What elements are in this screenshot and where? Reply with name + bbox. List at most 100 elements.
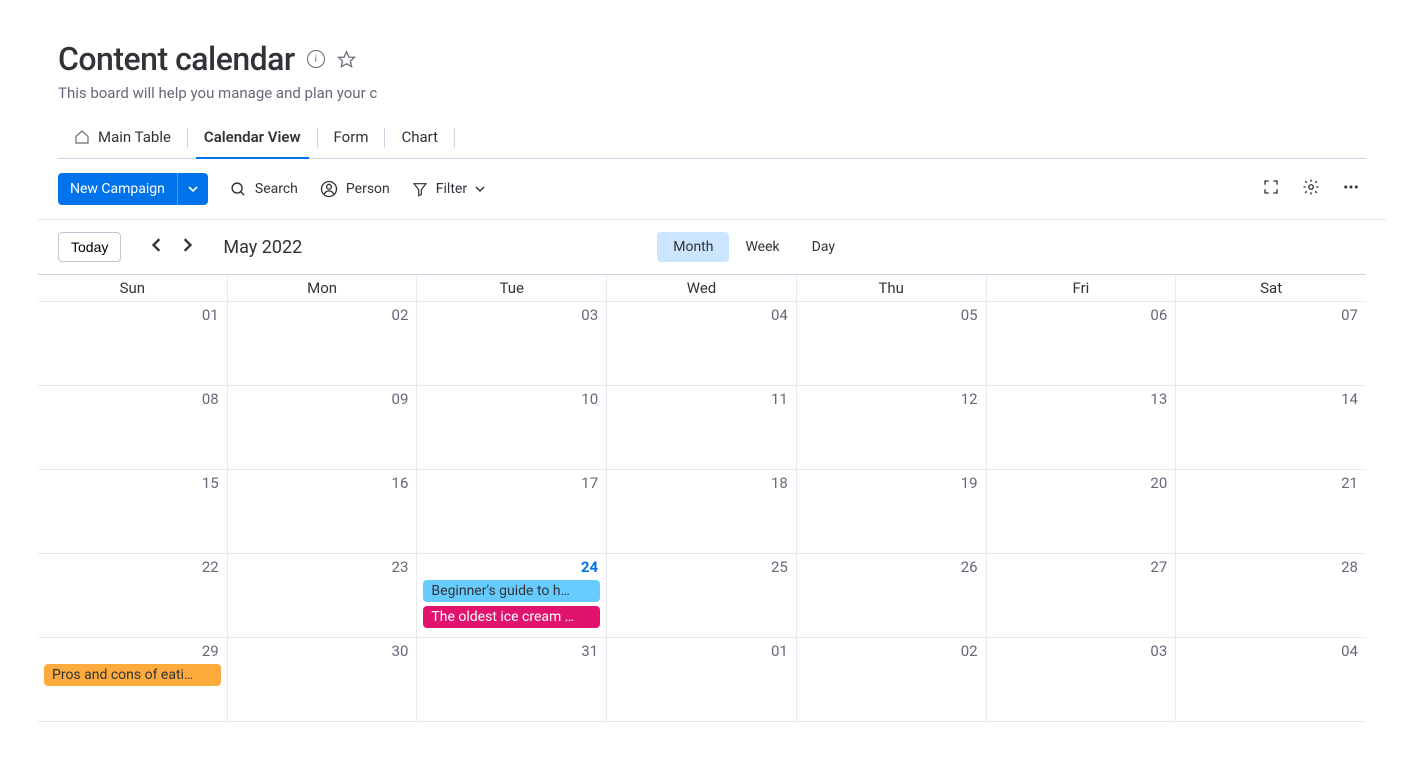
- new-campaign-label: New Campaign: [58, 173, 177, 205]
- day-number: 12: [803, 390, 980, 408]
- day-number: 10: [423, 390, 600, 408]
- tab-main-table[interactable]: Main Table: [58, 118, 187, 158]
- calendar-day[interactable]: 16: [228, 470, 418, 554]
- tab-chart[interactable]: Chart: [385, 118, 454, 158]
- calendar-day[interactable]: 30: [228, 638, 418, 722]
- calendar-day[interactable]: 04: [1176, 638, 1366, 722]
- calendar-day[interactable]: 17: [417, 470, 607, 554]
- calendar-day[interactable]: 01: [607, 638, 797, 722]
- page-subtitle: This board will help you manage and plan…: [58, 84, 378, 102]
- search-button[interactable]: Search: [230, 181, 298, 198]
- calendar-event[interactable]: Pros and cons of eati…: [44, 664, 221, 686]
- day-number: 08: [44, 390, 221, 408]
- view-month[interactable]: Month: [657, 232, 729, 262]
- calendar-day[interactable]: 20: [987, 470, 1177, 554]
- view-day[interactable]: Day: [796, 232, 851, 262]
- calendar-day[interactable]: 13: [987, 386, 1177, 470]
- calendar-day[interactable]: 25: [607, 554, 797, 638]
- day-number: 02: [234, 306, 411, 324]
- calendar-day[interactable]: 03: [987, 638, 1177, 722]
- day-number: 19: [803, 474, 980, 492]
- day-of-week-header: Mon: [228, 275, 418, 302]
- view-week[interactable]: Week: [729, 232, 795, 262]
- day-of-week-header: Thu: [797, 275, 987, 302]
- calendar-day[interactable]: 03: [417, 302, 607, 386]
- day-number: 01: [613, 642, 790, 660]
- day-number: 24: [423, 558, 600, 576]
- day-of-week-header: Sun: [38, 275, 228, 302]
- day-number: 04: [1182, 642, 1360, 660]
- tab-label: Calendar View: [204, 128, 301, 146]
- search-icon: [230, 181, 247, 198]
- info-icon[interactable]: i: [307, 50, 325, 68]
- calendar-event[interactable]: The oldest ice cream …: [423, 606, 600, 628]
- calendar-day[interactable]: 04: [607, 302, 797, 386]
- next-month-button[interactable]: [181, 238, 193, 256]
- calendar-day[interactable]: 31: [417, 638, 607, 722]
- calendar-day[interactable]: 08: [38, 386, 228, 470]
- day-number: 02: [803, 642, 980, 660]
- more-icon[interactable]: [1342, 178, 1360, 200]
- day-number: 06: [993, 306, 1170, 324]
- calendar-day[interactable]: 14: [1176, 386, 1366, 470]
- home-icon: [74, 129, 90, 145]
- prev-month-button[interactable]: [151, 238, 163, 256]
- calendar-grid: SunMonTueWedThuFriSat 010203040506070809…: [38, 274, 1366, 722]
- calendar-day[interactable]: 15: [38, 470, 228, 554]
- day-number: 25: [613, 558, 790, 576]
- expand-icon[interactable]: [1262, 178, 1280, 200]
- calendar-day[interactable]: 28: [1176, 554, 1366, 638]
- calendar-day[interactable]: 01: [38, 302, 228, 386]
- day-number: 11: [613, 390, 790, 408]
- calendar-day[interactable]: 19: [797, 470, 987, 554]
- filter-icon: [412, 181, 428, 197]
- page-title: Content calendar: [58, 40, 295, 78]
- calendar-day[interactable]: 02: [228, 302, 418, 386]
- tab-form[interactable]: Form: [318, 118, 385, 158]
- calendar-day[interactable]: 07: [1176, 302, 1366, 386]
- new-campaign-dropdown[interactable]: [177, 173, 208, 205]
- calendar-day[interactable]: 21: [1176, 470, 1366, 554]
- person-icon: [320, 180, 338, 198]
- day-number: 13: [993, 390, 1170, 408]
- day-number: 01: [44, 306, 221, 324]
- chevron-right-icon: [181, 238, 193, 252]
- calendar-day[interactable]: 10: [417, 386, 607, 470]
- day-number: 22: [44, 558, 221, 576]
- calendar-day[interactable]: 22: [38, 554, 228, 638]
- person-filter[interactable]: Person: [320, 180, 390, 198]
- calendar-day[interactable]: 27: [987, 554, 1177, 638]
- calendar-day[interactable]: 18: [607, 470, 797, 554]
- calendar-day[interactable]: 11: [607, 386, 797, 470]
- day-number: 21: [1182, 474, 1360, 492]
- star-icon[interactable]: [337, 50, 356, 69]
- tab-calendar-view[interactable]: Calendar View: [188, 118, 317, 158]
- calendar-day[interactable]: 12: [797, 386, 987, 470]
- calendar-day[interactable]: 23: [228, 554, 418, 638]
- tab-label: Main Table: [98, 128, 171, 146]
- filter-button[interactable]: Filter: [412, 181, 485, 197]
- calendar-day[interactable]: 06: [987, 302, 1177, 386]
- chevron-left-icon: [151, 238, 163, 252]
- calendar-day[interactable]: 26: [797, 554, 987, 638]
- day-number: 26: [803, 558, 980, 576]
- tab-label: Chart: [401, 128, 438, 146]
- gear-icon[interactable]: [1302, 178, 1320, 200]
- day-number: 28: [1182, 558, 1360, 576]
- calendar-day[interactable]: 02: [797, 638, 987, 722]
- calendar-day[interactable]: 09: [228, 386, 418, 470]
- today-button[interactable]: Today: [58, 232, 121, 262]
- day-number: 14: [1182, 390, 1360, 408]
- day-number: 17: [423, 474, 600, 492]
- current-month: May 2022: [223, 237, 302, 258]
- day-of-week-header: Fri: [987, 275, 1177, 302]
- calendar-day[interactable]: 05: [797, 302, 987, 386]
- day-number: 20: [993, 474, 1170, 492]
- calendar-event[interactable]: Beginner's guide to h…: [423, 580, 600, 602]
- day-number: 03: [423, 306, 600, 324]
- calendar-day[interactable]: 24 Beginner's guide to h… The oldest ice c…: [417, 554, 607, 638]
- tab-label: Form: [334, 128, 369, 146]
- chevron-down-icon: [475, 184, 485, 194]
- calendar-day[interactable]: 29Pros and cons of eati…: [38, 638, 228, 722]
- new-campaign-button[interactable]: New Campaign: [58, 173, 208, 205]
